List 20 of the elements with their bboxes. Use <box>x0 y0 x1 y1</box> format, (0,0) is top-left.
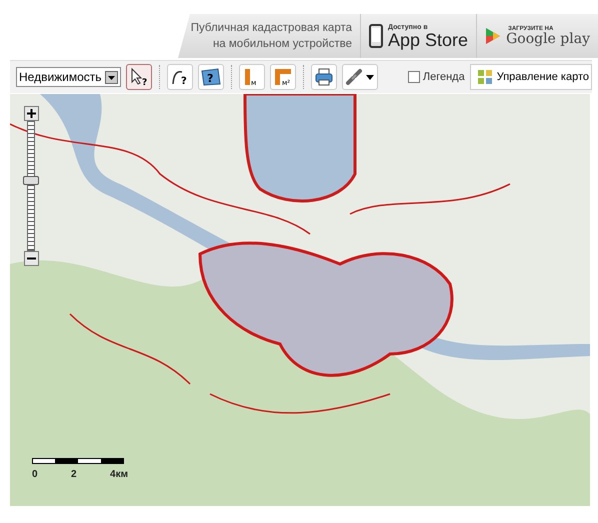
printer-icon <box>314 67 334 87</box>
scale-label: 2 <box>71 469 77 480</box>
layer-dropdown[interactable]: Недвижимость <box>16 67 121 87</box>
map-manage-button[interactable]: Управление карто <box>470 64 592 90</box>
zoom-slider[interactable] <box>23 106 39 266</box>
print-button[interactable] <box>310 64 337 90</box>
zoom-in-button[interactable] <box>24 106 38 121</box>
grid-icon <box>476 69 493 85</box>
chain-link-icon <box>344 67 375 87</box>
phone-icon <box>369 24 384 48</box>
caret-icon <box>104 70 118 84</box>
scale-label: 4км <box>110 469 128 480</box>
scale-label: 0 <box>32 469 38 480</box>
plus-icon <box>26 109 36 118</box>
play-triangle-icon <box>485 27 502 45</box>
legend-checkbox[interactable]: Легенда <box>408 71 465 83</box>
zoom-out-button[interactable] <box>24 251 38 266</box>
link-button[interactable] <box>342 64 378 90</box>
promo-text: Публичная кадастровая карта на мобильном устройстве <box>190 21 354 52</box>
zoom-slider-thumb[interactable] <box>23 176 39 185</box>
